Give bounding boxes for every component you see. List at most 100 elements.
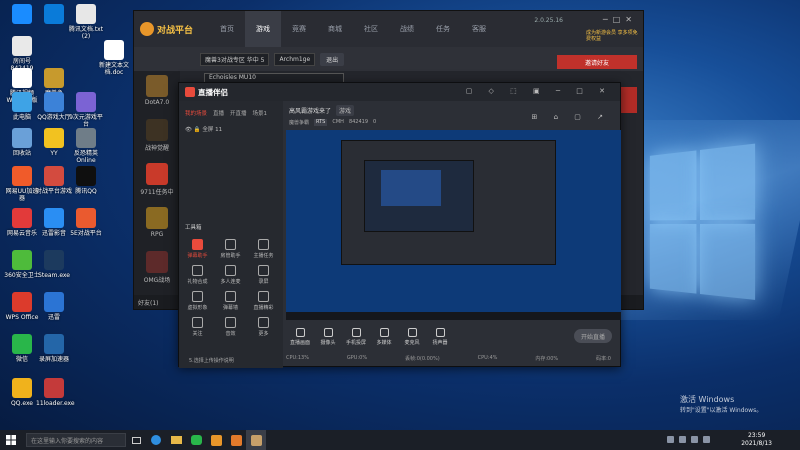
room-field[interactable]: 魔兽3对战专区 华中 5 — [200, 53, 269, 66]
nav-tab[interactable]: 商城 — [317, 11, 353, 47]
nav-tab[interactable]: 游戏 — [245, 11, 281, 47]
edge-button[interactable] — [146, 430, 166, 450]
desktop-icon[interactable]: 5E对战平台 — [68, 208, 104, 237]
app-button[interactable] — [226, 430, 246, 450]
clock[interactable]: 23:59 2021/8/13 — [741, 432, 772, 448]
exit-button[interactable]: 退出 — [320, 53, 344, 66]
sidebar-game-item[interactable]: RPG — [134, 203, 180, 247]
vip-badge[interactable]: 成为新游会员 享多项免费权益 — [586, 30, 638, 42]
room-title[interactable]: 高风霸游戏来了 — [289, 106, 331, 115]
desktop-icon-label: 网易UU加速器 — [4, 188, 40, 202]
tool-item[interactable]: 音效 — [214, 317, 247, 337]
tool-item[interactable]: 更多 — [247, 317, 280, 337]
control-icon — [408, 328, 417, 337]
scene-tab[interactable]: 场景1 — [253, 109, 268, 117]
tool-item[interactable]: 弹幕墙 — [214, 291, 247, 311]
desktop-icon[interactable]: QQ游戏大厅 — [36, 92, 72, 121]
source-control[interactable]: 麦克风 — [398, 328, 426, 346]
scene-tab[interactable]: 我的场景 — [185, 109, 207, 117]
desktop-icon[interactable]: 对战平台游戏 — [36, 166, 72, 195]
desktop-icon[interactable]: 房间号 842419 — [4, 36, 40, 72]
nav-tab[interactable]: 首页 — [209, 11, 245, 47]
source-control[interactable]: 扬声器 — [426, 328, 454, 346]
desktop-icon[interactable]: 腾讯文档.txt (2) — [68, 4, 104, 40]
desktop-icon[interactable]: 腾讯QQ — [68, 166, 104, 195]
nav-tab[interactable]: 社区 — [353, 11, 389, 47]
tool-item[interactable]: 录屏 — [247, 265, 280, 285]
desktop-icon[interactable]: 网易UU加速器 — [4, 166, 40, 202]
control-icon — [324, 328, 333, 337]
tool-item[interactable]: 关注 — [181, 317, 214, 337]
app-icon — [44, 378, 64, 398]
desktop-icon[interactable]: 迅雷 — [36, 292, 72, 321]
desktop-icon[interactable]: 11loader.exe — [36, 378, 72, 407]
wechat-button[interactable] — [186, 430, 206, 450]
room-info-item: 0 — [373, 119, 376, 126]
tool-item[interactable]: 弹幕助手 — [181, 239, 214, 259]
desktop-icon[interactable] — [4, 4, 40, 26]
status-bar: CPU:13% GPU:0% 丢帧:0(0.00%) CPU:4% 内存:00% 码率:0 — [286, 355, 621, 362]
scene-item[interactable]: 👁 🔒 全屏 11 — [179, 117, 283, 133]
right-header-icons[interactable]: ⊞ ⌂ ▢ ↗ — [532, 113, 610, 121]
app-icon — [44, 250, 64, 270]
tool-label: 关注 — [192, 331, 202, 337]
invite-button[interactable]: 邀请好友 — [557, 55, 637, 69]
desktop-icon[interactable]: 360安全卫士 — [4, 250, 40, 279]
desktop-icon[interactable]: YY — [36, 128, 72, 157]
desktop-icon[interactable]: 微信 — [4, 334, 40, 363]
sidebar-game-item[interactable]: DotA7.0 — [134, 71, 180, 115]
nav-tab[interactable]: 竞赛 — [281, 11, 317, 47]
nav-tab[interactable]: 客服 — [461, 11, 497, 47]
game-button[interactable] — [206, 430, 226, 450]
source-control[interactable]: 摄像头 — [314, 328, 342, 346]
header-icons[interactable]: ▢ ◇ ⬚ ▣ ─ □ ✕ — [466, 87, 612, 95]
desktop-icon[interactable]: Steam.exe — [36, 250, 72, 279]
nav-tab[interactable]: 任务 — [425, 11, 461, 47]
streamer-button[interactable] — [246, 430, 266, 450]
desktop-icon[interactable]: 反恐精英 Online — [68, 128, 104, 164]
tool-item[interactable]: 直播精彩 — [247, 291, 280, 311]
live-preview[interactable] — [286, 130, 621, 320]
task-view-button[interactable] — [126, 430, 146, 450]
start-live-button[interactable]: 开始直播 — [574, 329, 612, 343]
desktop-icon[interactable]: 录屏加速器 — [36, 334, 72, 363]
sidebar-game-item[interactable]: OMG战场 — [134, 247, 180, 291]
desktop-icon[interactable]: QQ.exe — [4, 378, 40, 407]
start-button[interactable] — [0, 430, 22, 450]
streamer-logo: 直播伴侣 — [185, 87, 228, 98]
desktop-icon[interactable]: 9次元游戏平台 — [68, 92, 104, 128]
tool-label: 主播任务 — [253, 253, 273, 259]
source-control-label: 扬声器 — [432, 340, 447, 346]
left-footer-text: 5.选择上传操作说明 — [189, 357, 234, 364]
explorer-button[interactable] — [166, 430, 186, 450]
tool-icon — [258, 239, 269, 250]
window-controls[interactable]: ─□✕ — [603, 15, 637, 24]
tool-item[interactable]: 虚拟形象 — [181, 291, 214, 311]
scene-tab[interactable]: 开直播 — [230, 109, 247, 117]
desktop-icon[interactable]: 迅雷影音 — [36, 208, 72, 237]
desktop-icon[interactable]: 网易云音乐 — [4, 208, 40, 237]
source-control[interactable]: 手机投屏 — [342, 328, 370, 346]
system-tray[interactable] — [667, 436, 710, 443]
streamer-left-panel: 我的场景 直播 开直播 场景1 👁 🔒 全屏 11 工具箱 弹幕助手 房管助手 主播任务礼… — [179, 101, 283, 368]
tool-item[interactable]: 主播任务 — [247, 239, 280, 259]
sidebar-game-item[interactable]: 战神觉醒 — [134, 115, 180, 159]
desktop-icon[interactable]: WPS Office — [4, 292, 40, 321]
tool-label: 更多 — [258, 331, 268, 337]
nav-tab[interactable]: 战绩 — [389, 11, 425, 47]
desktop-icon[interactable]: 新建文本文档.doc — [96, 40, 132, 76]
scene-tab[interactable]: 直播 — [213, 109, 224, 117]
desktop-icon[interactable]: 回收站 — [4, 128, 40, 157]
desktop-icon[interactable] — [36, 4, 72, 26]
tool-item[interactable]: 房管助手 — [214, 239, 247, 259]
sidebar-game-item[interactable]: 9711任务中 — [134, 159, 180, 203]
tool-item[interactable]: 多人连麦 — [214, 265, 247, 285]
taskbar-search[interactable]: 在这里输入你要搜索的内容 — [26, 433, 126, 447]
source-control[interactable]: 直播画面 — [286, 328, 314, 346]
tool-item[interactable]: 礼物合成 — [181, 265, 214, 285]
desktop-icon-label: 反恐精英 Online — [68, 150, 104, 164]
user-field[interactable]: Archm1ge — [274, 53, 315, 66]
tool-icon — [192, 317, 203, 328]
source-control[interactable]: 多媒体 — [370, 328, 398, 346]
desktop-icon[interactable]: 此电脑 — [4, 92, 40, 121]
